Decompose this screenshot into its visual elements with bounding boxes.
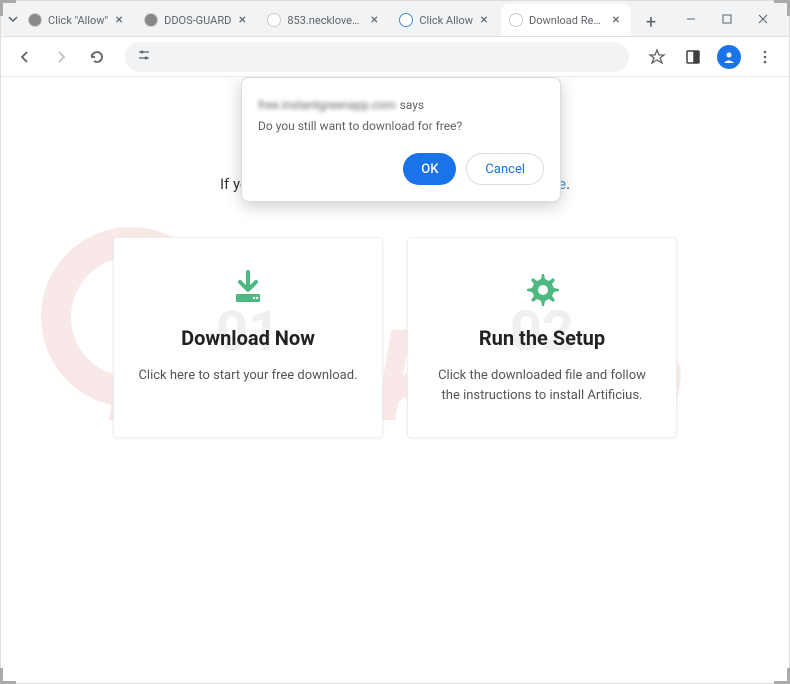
titlebar: Click "Allow" × DDOS-GUARD × 853.necklov… (1, 1, 789, 37)
globe-icon (28, 13, 42, 27)
tab-title: DDOS-GUARD (164, 14, 231, 27)
close-icon[interactable]: × (367, 13, 381, 27)
page-icon (509, 13, 523, 27)
close-icon[interactable]: × (477, 13, 491, 27)
close-icon[interactable]: × (235, 13, 249, 27)
crop-corner (774, 0, 790, 16)
close-icon[interactable]: × (609, 13, 623, 27)
setup-card[interactable]: 02 Run the Setup Click the downloaded fi… (407, 237, 677, 438)
dialog-message: Do you still want to download for free? (258, 119, 544, 133)
browser-tab[interactable]: Click Allow × (391, 4, 499, 36)
instruction-cards: 01 Download Now Click here to start your… (113, 237, 677, 438)
maximize-button[interactable] (713, 5, 741, 33)
crop-corner (0, 0, 16, 16)
card-title: Run the Setup (428, 326, 656, 350)
card-description: Click here to start your free download. (134, 366, 362, 386)
globe-icon (144, 13, 158, 27)
avatar-icon (717, 45, 741, 69)
new-tab-button[interactable]: + (637, 8, 665, 36)
tab-title: Click Allow (419, 14, 473, 27)
hint-suffix: . (566, 175, 570, 193)
card-description: Click the downloaded file and follow the… (428, 366, 656, 405)
tab-title: Download Ready (529, 14, 605, 27)
tab-strip: Click "Allow" × DDOS-GUARD × 853.necklov… (20, 1, 665, 36)
dialog-origin: free.instantgreenapp.com (258, 98, 396, 112)
card-title: Download Now (134, 326, 362, 350)
crop-corner (774, 668, 790, 684)
cancel-button[interactable]: Cancel (466, 153, 544, 185)
ok-button[interactable]: OK (403, 153, 456, 185)
profile-button[interactable] (713, 41, 745, 73)
reload-button[interactable] (81, 41, 113, 73)
browser-tab-active[interactable]: Download Ready × (501, 4, 631, 36)
download-card[interactable]: 01 Download Now Click here to start your… (113, 237, 383, 438)
toolbar-actions (641, 41, 781, 73)
side-panel-icon[interactable] (677, 41, 709, 73)
dialog-says-label: says (400, 98, 425, 112)
bookmark-icon[interactable] (641, 41, 673, 73)
tab-title: Click "Allow" (48, 14, 108, 27)
javascript-dialog: free.instantgreenapp.com says Do you sti… (241, 77, 561, 202)
gear-icon (428, 266, 656, 310)
toolbar (1, 37, 789, 77)
browser-window: Click "Allow" × DDOS-GUARD × 853.necklov… (0, 0, 790, 684)
site-settings-icon[interactable] (137, 48, 151, 66)
tab-title: 853.necklovehan... (287, 14, 363, 27)
address-bar[interactable] (125, 42, 629, 72)
browser-tab[interactable]: Click "Allow" × (20, 4, 134, 36)
dialog-buttons: OK Cancel (258, 153, 544, 185)
download-icon (134, 266, 362, 310)
close-icon[interactable]: × (112, 13, 126, 27)
minimize-button[interactable] (677, 5, 705, 33)
browser-tab[interactable]: DDOS-GUARD × (136, 4, 257, 36)
dialog-header: free.instantgreenapp.com says (258, 94, 544, 113)
window-controls (665, 5, 789, 33)
menu-button[interactable] (749, 41, 781, 73)
page-content: PCrisk.com If your download didn't start… (1, 77, 789, 683)
bell-icon (399, 13, 413, 27)
page-icon (267, 13, 281, 27)
crop-corner (0, 668, 16, 684)
browser-tab[interactable]: 853.necklovehan... × (259, 4, 389, 36)
close-window-button[interactable] (749, 5, 777, 33)
back-button[interactable] (9, 41, 41, 73)
forward-button[interactable] (45, 41, 77, 73)
